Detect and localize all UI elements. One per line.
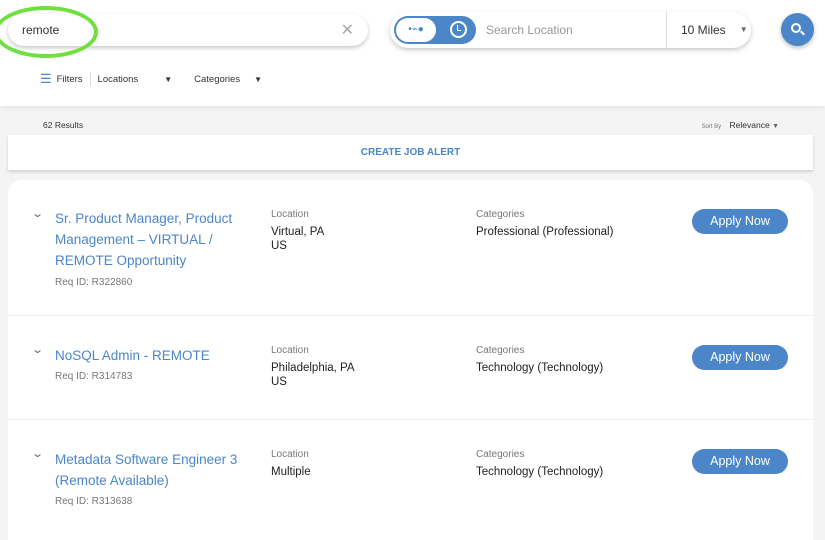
caret-down-icon: ▼ <box>739 25 748 34</box>
location-label: Location <box>271 449 309 460</box>
radius-value: 10 Miles <box>681 23 726 37</box>
filters-button[interactable]: Filters <box>57 74 83 85</box>
categories-label: Categories <box>476 209 525 220</box>
job-title-link[interactable]: NoSQL Admin - REMOTE <box>55 345 255 366</box>
category-value: Professional (Professional) <box>476 226 614 238</box>
clear-icon[interactable]: ✕ <box>341 20 354 40</box>
category-value: Technology (Technology) <box>476 362 604 374</box>
job-title-link[interactable]: Sr. Product Manager, Product Management … <box>55 208 255 271</box>
req-id: Req ID: R314783 <box>55 371 133 382</box>
caret-down-icon[interactable]: ▼ <box>254 75 262 84</box>
radius-select[interactable]: 10 Miles ▼ <box>667 23 748 37</box>
sort-value[interactable]: Relevance <box>730 120 770 130</box>
sort-label: Sort By <box>701 124 722 130</box>
route-pin-icon: •⌁● <box>396 18 436 42</box>
caret-down-icon: ▼ <box>772 123 779 130</box>
location-mode-toggle[interactable]: •⌁● <box>394 16 476 44</box>
categories-label: Categories <box>476 345 525 356</box>
divider <box>89 72 91 86</box>
chevron-down-icon[interactable]: ⌄ <box>31 207 44 220</box>
req-id: Req ID: R322860 <box>55 277 133 288</box>
categories-dropdown[interactable]: Categories <box>194 74 240 85</box>
job-list: ⌄ Sr. Product Manager, Product Managemen… <box>8 180 813 540</box>
location-value: Philadelphia, PA <box>271 362 355 374</box>
job-title-link[interactable]: Metadata Software Engineer 3 (Remote Ava… <box>55 449 255 491</box>
location-value: Multiple <box>271 466 311 478</box>
location-country: US <box>271 240 287 252</box>
clock-icon <box>450 21 467 38</box>
location-country: US <box>271 376 287 388</box>
sliders-icon[interactable]: ☰ <box>40 71 52 87</box>
apply-now-button[interactable]: Apply Now <box>692 449 788 474</box>
locations-dropdown[interactable]: Locations <box>98 74 139 85</box>
search-icon <box>791 23 801 33</box>
categories-label: Categories <box>476 449 525 460</box>
location-input[interactable]: Search Location <box>486 23 666 37</box>
category-value: Technology (Technology) <box>476 466 604 478</box>
job-row: ⌄ NoSQL Admin - REMOTE Req ID: R314783 L… <box>8 316 813 420</box>
search-button[interactable] <box>781 13 814 46</box>
job-row: ⌄ Metadata Software Engineer 3 (Remote A… <box>8 420 813 540</box>
chevron-down-icon[interactable]: ⌄ <box>31 343 44 356</box>
caret-down-icon[interactable]: ▼ <box>164 75 172 84</box>
location-label: Location <box>271 209 309 220</box>
sort-control[interactable]: Sort By Relevance ▼ <box>701 120 779 130</box>
filter-bar: ☰ Filters Locations ▼ Categories ▼ <box>40 71 284 87</box>
keyword-input[interactable]: remote <box>22 23 341 37</box>
results-count: 62 Results <box>43 120 84 130</box>
apply-now-button[interactable]: Apply Now <box>692 209 788 234</box>
search-header: remote ✕ •⌁● Search Location 10 Miles ▼ … <box>0 0 825 106</box>
req-id: Req ID: R313638 <box>55 496 133 507</box>
job-row: ⌄ Sr. Product Manager, Product Managemen… <box>8 180 813 316</box>
location-label: Location <box>271 345 309 356</box>
location-search-field: •⌁● Search Location 10 Miles ▼ <box>390 12 751 48</box>
keyword-search-field[interactable]: remote ✕ <box>8 14 368 46</box>
chevron-down-icon[interactable]: ⌄ <box>31 447 44 460</box>
create-job-alert-button[interactable]: CREATE JOB ALERT <box>8 135 813 170</box>
apply-now-button[interactable]: Apply Now <box>692 345 788 370</box>
location-value: Virtual, PA <box>271 226 325 238</box>
